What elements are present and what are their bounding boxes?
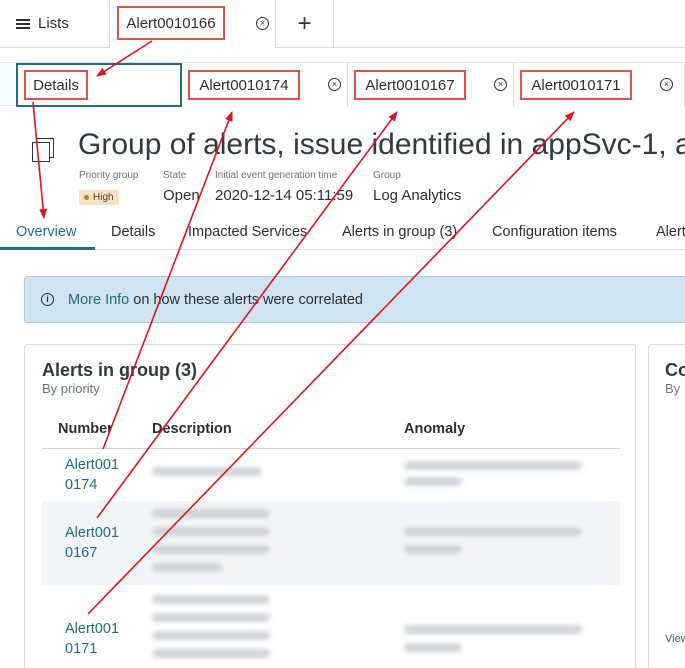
configuration-items-card: Co By View bbox=[648, 344, 685, 668]
column-header-number[interactable]: Number bbox=[58, 421, 113, 437]
column-header-description[interactable]: Description bbox=[152, 421, 232, 437]
redacted-description bbox=[152, 563, 222, 572]
redacted-anomaly bbox=[404, 625, 582, 634]
subtab-label: Details bbox=[24, 70, 88, 100]
priority-badge: High bbox=[79, 190, 119, 205]
redacted-anomaly bbox=[404, 643, 462, 652]
info-banner: i More Info on how these alerts were cor… bbox=[24, 276, 685, 323]
alert-tab-label: Alert0010166 bbox=[117, 6, 225, 40]
table-row: Alert001 0171 bbox=[42, 585, 620, 668]
state-label: State bbox=[163, 170, 187, 181]
lists-tab[interactable]: Lists bbox=[0, 0, 110, 47]
more-info-link[interactable]: More Info bbox=[68, 292, 129, 308]
view-link[interactable]: View bbox=[665, 633, 685, 645]
tab-overview[interactable]: Overview bbox=[16, 224, 76, 240]
priority-value: High bbox=[93, 192, 114, 203]
tab-alerts-in-group[interactable]: Alerts in group (3) bbox=[342, 224, 457, 240]
redacted-description bbox=[152, 613, 270, 622]
subtab-details[interactable]: Details bbox=[16, 63, 182, 107]
redacted-description bbox=[152, 649, 270, 658]
list-icon bbox=[16, 18, 30, 29]
card-title: Co bbox=[665, 360, 685, 380]
close-tab-icon[interactable]: × bbox=[256, 17, 269, 30]
priority-dot-icon bbox=[84, 195, 89, 200]
top-tab-bar: Lists Alert0010166 × + bbox=[0, 0, 685, 48]
card-title: Alerts in group (3) bbox=[42, 360, 198, 380]
group-label: Group bbox=[373, 170, 401, 181]
redacted-description bbox=[152, 595, 270, 604]
alert-group-icon bbox=[32, 138, 56, 164]
group-value: Log Analytics bbox=[373, 187, 462, 204]
alert-subtab-strip: Details Alert0010174 × Alert0010167 × Al… bbox=[0, 62, 685, 107]
page-title: Group of alerts, issue identified in app… bbox=[78, 128, 685, 161]
subtab-label: Alert0010167 bbox=[354, 70, 466, 100]
alert-tab[interactable]: Alert0010166 × bbox=[110, 0, 276, 48]
card-subtitle: By bbox=[665, 381, 681, 396]
table-row: Alert001 0174 bbox=[42, 449, 620, 501]
column-header-anomaly[interactable]: Anomaly bbox=[404, 421, 465, 437]
subtab-alert-0167[interactable]: Alert0010167 × bbox=[348, 63, 514, 107]
subtab-alert-0171[interactable]: Alert0010171 × bbox=[514, 63, 685, 107]
alert-number-link[interactable]: Alert001 0174 bbox=[65, 455, 125, 495]
redacted-description bbox=[152, 631, 270, 640]
tab-details[interactable]: Details bbox=[111, 224, 155, 240]
tab-impacted-services[interactable]: Impacted Services bbox=[188, 224, 307, 240]
alert-number-link[interactable]: Alert001 0167 bbox=[65, 523, 125, 563]
redacted-anomaly bbox=[404, 477, 462, 486]
view-tabs: Overview Details Impacted Services Alert… bbox=[0, 214, 685, 250]
active-tab-indicator bbox=[0, 247, 95, 250]
redacted-anomaly bbox=[404, 527, 582, 536]
tab-alert[interactable]: Alert bbox=[656, 224, 685, 240]
table-row: Alert001 0167 bbox=[42, 501, 620, 585]
redacted-description bbox=[152, 467, 262, 476]
priority-group-label: Priority group bbox=[79, 170, 139, 181]
subtab-label: Alert0010171 bbox=[520, 70, 632, 100]
event-time-value: 2020-12-14 05:11:59 bbox=[215, 187, 354, 204]
banner-text: on how these alerts were correlated bbox=[133, 291, 363, 308]
subtab-alert-0174[interactable]: Alert0010174 × bbox=[182, 63, 348, 107]
redacted-description bbox=[152, 545, 270, 554]
alert-number-link[interactable]: Alert001 0171 bbox=[65, 619, 125, 659]
state-value: Open bbox=[163, 187, 200, 204]
close-subtab-icon[interactable]: × bbox=[328, 78, 341, 91]
tab-configuration-items[interactable]: Configuration items bbox=[492, 224, 617, 240]
redacted-description bbox=[152, 527, 270, 536]
new-tab-button[interactable]: + bbox=[276, 0, 334, 47]
card-subtitle: By priority bbox=[42, 381, 100, 396]
redacted-anomaly bbox=[404, 461, 582, 470]
redacted-description bbox=[152, 509, 270, 518]
close-subtab-icon[interactable]: × bbox=[660, 78, 673, 91]
lists-tab-label: Lists bbox=[38, 15, 69, 32]
alerts-in-group-card: Alerts in group (3) By priority Number D… bbox=[24, 344, 636, 668]
redacted-anomaly bbox=[404, 545, 462, 554]
subtab-label: Alert0010174 bbox=[188, 70, 300, 100]
close-subtab-icon[interactable]: × bbox=[494, 78, 507, 91]
info-icon: i bbox=[41, 293, 54, 306]
event-time-label: Initial event generation time bbox=[215, 170, 338, 181]
